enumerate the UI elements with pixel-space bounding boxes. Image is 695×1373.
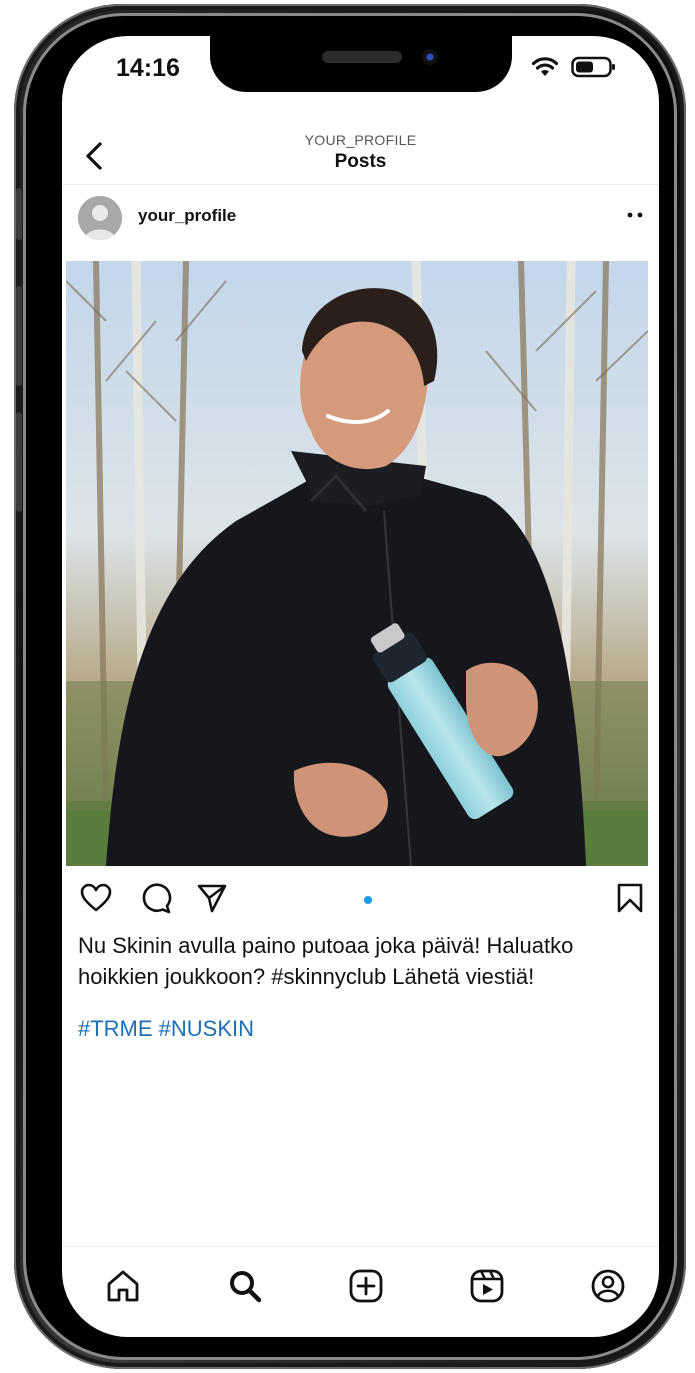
volume-down-button xyxy=(16,412,22,512)
status-icons xyxy=(531,56,617,78)
volume-up-button xyxy=(16,286,22,386)
post-header: your_profile xyxy=(62,186,659,246)
avatar[interactable] xyxy=(78,196,122,240)
post-username[interactable]: your_profile xyxy=(138,206,236,226)
add-icon[interactable] xyxy=(347,1267,385,1305)
header-subtitle: YOUR_PROFILE xyxy=(304,132,417,148)
comment-icon[interactable] xyxy=(140,882,172,914)
camera-icon xyxy=(422,49,438,65)
reels-icon[interactable] xyxy=(468,1267,506,1305)
bookmark-icon[interactable] xyxy=(614,882,646,914)
heart-icon[interactable] xyxy=(80,882,112,914)
status-time: 14:16 xyxy=(116,54,180,82)
bottom-tab-bar xyxy=(62,1246,659,1337)
home-icon[interactable] xyxy=(104,1267,142,1305)
post-actions xyxy=(62,876,659,920)
post-caption: Nu Skinin avulla paino putoaa joka päivä… xyxy=(78,933,574,989)
avatar-placeholder-icon xyxy=(78,196,122,240)
post-hashtags[interactable]: #TRME #NUSKIN xyxy=(78,1016,254,1042)
post-image xyxy=(66,261,648,866)
speaker xyxy=(322,51,402,63)
mute-switch xyxy=(16,188,22,240)
share-icon[interactable] xyxy=(196,882,228,914)
screen: 14:16 YOUR_PROFILE Posts your_profile Nu… xyxy=(62,36,659,1337)
battery-icon xyxy=(571,56,615,78)
wifi-icon xyxy=(531,57,559,76)
post-photo[interactable] xyxy=(66,261,648,866)
notch xyxy=(210,36,512,92)
more-options-icon[interactable] xyxy=(625,208,645,222)
search-icon[interactable] xyxy=(226,1267,264,1305)
carousel-indicator xyxy=(364,896,372,904)
page-header: YOUR_PROFILE Posts xyxy=(62,126,659,185)
profile-icon[interactable] xyxy=(589,1267,627,1305)
page-title: Posts xyxy=(334,151,387,172)
